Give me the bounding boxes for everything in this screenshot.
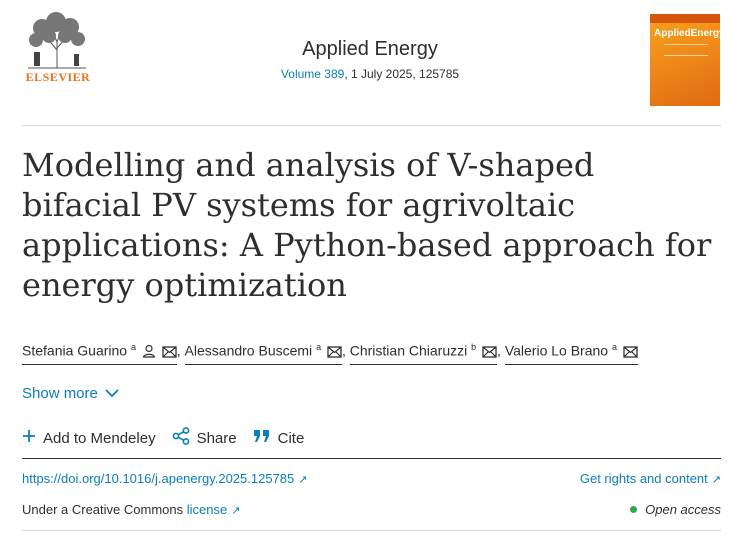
cover-title: AppliedEnergy xyxy=(654,28,720,39)
author-name: Stefania Guarino xyxy=(22,342,128,359)
doi-row: https://doi.org/10.1016/j.apenergy.2025.… xyxy=(22,471,721,489)
external-link-icon: ↗ xyxy=(298,474,308,486)
doi-link[interactable]: https://doi.org/10.1016/j.apenergy.2025.… xyxy=(22,471,294,486)
cover-decoration xyxy=(664,44,708,56)
journal-header: ELSEVIER Applied Energy Volume 389, 1 Ju… xyxy=(0,0,743,125)
header-divider xyxy=(22,125,721,126)
chevron-down-icon xyxy=(105,385,119,402)
journal-info: Applied Energy Volume 389, 1 July 2025, … xyxy=(240,38,500,81)
affiliation-marker: a xyxy=(130,342,136,352)
article-title: Modelling and analysis of V-shaped bifac… xyxy=(22,146,712,304)
email-icon xyxy=(482,345,497,361)
author-name: Alessandro Buscemi xyxy=(184,342,313,359)
add-to-mendeley-button[interactable]: Add to Mendeley xyxy=(22,429,156,447)
affiliation-marker: a xyxy=(316,342,322,352)
share-icon xyxy=(172,427,190,449)
cover-band xyxy=(650,14,720,23)
affiliation-marker: b xyxy=(471,342,477,352)
rights-link[interactable]: Get rights and content xyxy=(580,471,708,486)
footer-divider xyxy=(22,530,721,531)
publisher-name: ELSEVIER xyxy=(25,70,91,84)
show-more-label: Show more xyxy=(22,385,98,402)
issue-line: Volume 389, 1 July 2025, 125785 xyxy=(240,67,500,81)
article-actions: Add to Mendeley Share Cite xyxy=(22,427,320,449)
share-button[interactable]: Share xyxy=(172,427,237,449)
license-link[interactable]: license xyxy=(187,502,227,517)
cite-label: Cite xyxy=(277,429,305,447)
open-access-dot-icon xyxy=(630,506,638,513)
external-link-icon: ↗ xyxy=(711,474,721,486)
person-icon xyxy=(142,344,156,361)
license-row: Under a Creative Commons license ↗ Open a… xyxy=(22,502,721,520)
share-label: Share xyxy=(196,429,237,447)
add-to-mendeley-label: Add to Mendeley xyxy=(43,429,156,447)
author-3[interactable]: Christian Chiaruzzi b xyxy=(349,342,498,365)
author-1[interactable]: Stefania Guarino a xyxy=(22,342,177,365)
email-icon xyxy=(327,345,342,361)
external-link-icon: ↗ xyxy=(231,505,241,517)
email-icon xyxy=(162,345,177,361)
journal-cover-image[interactable]: AppliedEnergy xyxy=(650,14,720,106)
affiliation-marker: a xyxy=(611,342,617,352)
issue-detail: , 1 July 2025, 125785 xyxy=(344,67,460,81)
show-more-button[interactable]: Show more xyxy=(22,385,119,402)
author-list: Stefania Guarino a , Alessandro Buscemi … xyxy=(22,342,732,365)
cite-button[interactable]: Cite xyxy=(253,429,305,447)
volume-link[interactable]: Volume 389 xyxy=(281,67,344,81)
email-icon xyxy=(623,345,638,361)
open-access-label: Open access xyxy=(645,502,721,517)
author-name: Christian Chiaruzzi xyxy=(349,342,468,359)
quote-icon xyxy=(253,429,271,447)
journal-title[interactable]: Applied Energy xyxy=(240,38,500,61)
author-2[interactable]: Alessandro Buscemi a xyxy=(184,342,342,365)
plus-icon xyxy=(22,429,36,447)
license-prefix: Under a Creative Commons xyxy=(22,502,187,517)
author-name: Valerio Lo Brano xyxy=(504,342,609,359)
author-4[interactable]: Valerio Lo Brano a xyxy=(504,342,638,365)
actions-divider xyxy=(22,458,721,459)
